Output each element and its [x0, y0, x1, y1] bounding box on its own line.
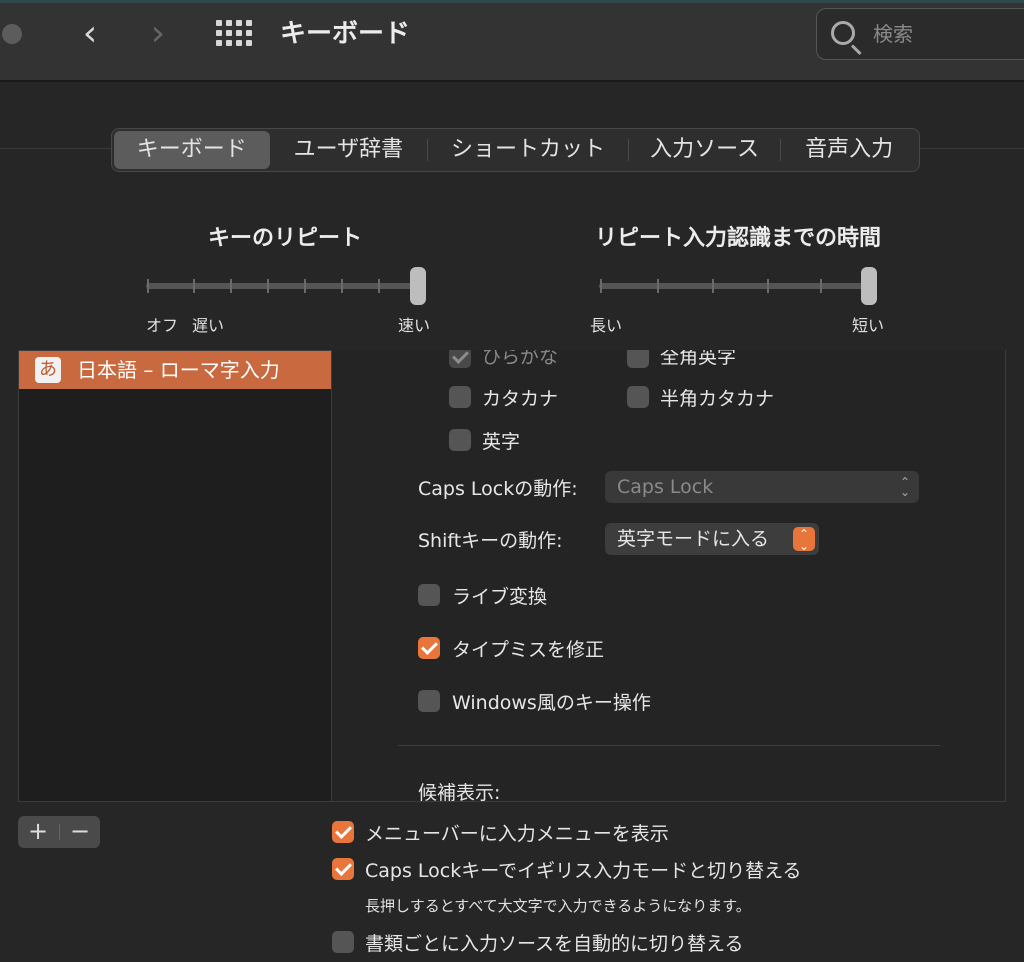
slider-tick [820, 279, 822, 293]
input-source-settings: ひらがな 全角英字 カタカナ 半角カタカナ 英字 Caps Lockの動作: C… [332, 350, 1006, 802]
hankaku-katakana-label: 半角カタカナ [660, 388, 775, 410]
divider [398, 745, 940, 746]
search-icon [831, 21, 855, 45]
tab-dictation[interactable]: 音声入力 [781, 131, 917, 169]
tab-keyboard[interactable]: キーボード [114, 131, 270, 169]
shift-key-label: Shiftキーの動作: [418, 530, 563, 552]
hiragana-label: ひらがな [482, 350, 559, 368]
zenkaku-eiji-label: 全角英字 [660, 350, 737, 368]
katakana-label: カタカナ [482, 388, 559, 410]
list-item-label: 日本語 – ローマ字入力 [77, 358, 280, 382]
slider-tick [657, 279, 659, 293]
slider-tick [600, 279, 602, 293]
windows-keys-checkbox[interactable] [418, 690, 440, 712]
show-all-grid-icon[interactable] [216, 20, 252, 48]
list-item[interactable]: あ 日本語 – ローマ字入力 [19, 351, 331, 389]
title-bar: ‹ › キーボード [0, 0, 1024, 82]
slider-tick [378, 279, 380, 293]
slider-tick [712, 279, 714, 293]
key-repeat-fast-label: 速い [398, 316, 431, 335]
key-repeat-slow-label: 遅い [192, 316, 225, 335]
hiragana-badge-icon: あ [35, 357, 61, 383]
caps-lock-switch-label: Caps Lockキーでイギリス入力モードと切り替える [365, 860, 802, 882]
slider-tick [230, 279, 232, 293]
live-conversion-label: ライブ変換 [452, 586, 548, 608]
candidates-label: 候補表示: [418, 782, 501, 802]
caps-lock-select[interactable]: Caps Lock ⌃ ⌄ [605, 471, 919, 503]
slider-tick [304, 279, 306, 293]
tab-shortcuts[interactable]: ショートカット [428, 131, 628, 169]
show-input-menu-checkbox[interactable] [332, 821, 354, 843]
key-repeat-slider[interactable] [146, 283, 424, 289]
show-input-menu-label: メニューバーに入力メニューを表示 [365, 823, 669, 845]
eiji-checkbox[interactable] [449, 429, 471, 451]
typo-correction-checkbox[interactable] [418, 637, 440, 659]
live-conversion-checkbox[interactable] [418, 584, 440, 606]
slider-tick [767, 279, 769, 293]
tab-user-dictionary[interactable]: ユーザ辞書 [270, 131, 428, 169]
tab-bar: キーボード ユーザ辞書 ショートカット 入力ソース 音声入力 [111, 128, 920, 172]
zenkaku-eiji-checkbox[interactable] [627, 350, 649, 368]
key-repeat-slider-thumb[interactable] [410, 267, 426, 305]
shift-key-select[interactable]: 英字モードに入る ⌃ ⌄ [605, 523, 819, 555]
slider-tick [193, 279, 195, 293]
auto-switch-checkbox[interactable] [332, 931, 354, 953]
slider-tick [341, 279, 343, 293]
back-chevron-icon[interactable]: ‹ [70, 14, 110, 54]
delay-long-label: 長い [590, 316, 623, 335]
delay-until-repeat-slider-thumb[interactable] [861, 267, 877, 305]
input-source-list[interactable]: あ 日本語 – ローマ字入力 [18, 350, 332, 802]
caps-lock-switch-checkbox[interactable] [332, 858, 354, 880]
caps-lock-value: Caps Lock [617, 476, 714, 498]
caps-lock-label: Caps Lockの動作: [418, 478, 578, 500]
delay-short-label: 短い [852, 316, 885, 335]
shift-key-value: 英字モードに入る [617, 528, 770, 550]
tab-input-sources[interactable]: 入力ソース [629, 131, 781, 169]
search-field[interactable] [816, 8, 1024, 60]
katakana-checkbox[interactable] [449, 386, 471, 408]
auto-switch-label: 書類ごとに入力ソースを自動的に切り替える [365, 933, 744, 955]
add-remove-control: + − [18, 816, 100, 848]
remove-input-source-button[interactable]: − [60, 816, 100, 848]
key-repeat-label: キーのリピート [208, 226, 363, 251]
forward-chevron-icon[interactable]: › [138, 14, 178, 54]
hiragana-checkbox[interactable] [449, 350, 471, 368]
eiji-label: 英字 [482, 431, 521, 453]
delay-until-repeat-slider[interactable] [599, 283, 875, 289]
window-title: キーボード [280, 19, 411, 49]
slider-tick [147, 279, 149, 293]
window-control-button[interactable] [2, 24, 22, 44]
search-input[interactable] [873, 19, 1023, 49]
windows-keys-label: Windows風のキー操作 [452, 692, 651, 714]
key-repeat-off-label: オフ [146, 316, 179, 335]
updown-chevron-icon: ⌃ ⌄ [793, 527, 815, 552]
slider-tick [267, 279, 269, 293]
typo-correction-label: タイプミスを修正 [452, 639, 605, 661]
updown-chevron-icon: ⌃ ⌄ [899, 475, 911, 499]
caps-lock-note: 長押しするとすべて大文字で入力できるようになります。 [365, 897, 751, 915]
add-input-source-button[interactable]: + [18, 816, 58, 848]
hankaku-katakana-checkbox[interactable] [627, 386, 649, 408]
delay-until-repeat-label: リピート入力認識までの時間 [595, 226, 882, 251]
